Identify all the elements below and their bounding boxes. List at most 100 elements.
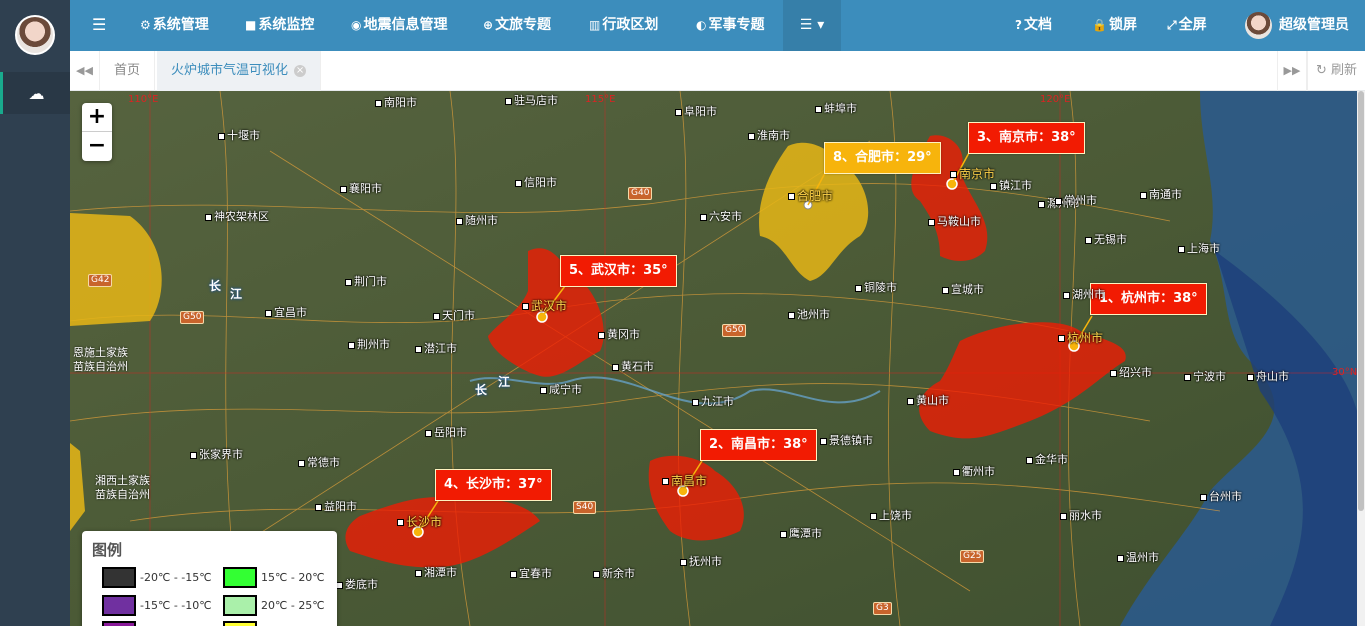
map-city-label: 抚州市 [680,553,722,569]
shield-icon: ◐ [696,18,707,32]
zoom-in-button[interactable]: + [82,103,112,132]
map-city-label: 黄冈市 [598,326,640,342]
map-city-label: 宣城市 [942,281,984,297]
video-icon: ■ [245,18,257,32]
zoom-out-button[interactable]: − [82,132,112,161]
map-city-label: 金华市 [1026,451,1068,467]
map-city-label: 南京市 [950,165,995,182]
city-label-hefei[interactable]: 8、合肥市：29° [824,142,941,174]
river-label: 长 [475,383,488,397]
river-label: 江 [498,375,511,389]
map-city-label: 潜江市 [415,340,457,356]
scrollbar-thumb[interactable] [1358,91,1364,511]
nav-culture-tourism[interactable]: ⊕ 文旅专题 [483,0,551,51]
map-view[interactable]: 5、武汉市：35° 2、南昌市：38° 3、南京市：38° 1、杭州市：38° … [70,91,1357,626]
map-city-label: 武汉市 [522,297,567,314]
city-name: 南昌市 [731,437,771,452]
map-city-label: 阜阳市 [675,103,717,119]
menu-toggle-icon[interactable]: ☰ [92,16,106,34]
map-city-label: 池州市 [788,306,830,322]
legend-item [223,621,261,626]
close-icon[interactable]: × [294,64,307,77]
legend-item: 15℃ - 20℃ [223,567,325,588]
region-label: 苗族自治州 [73,360,128,373]
avatar[interactable] [15,15,55,55]
map-city-label: 襄阳市 [340,180,382,196]
temperature: 35 [643,263,662,278]
user-name[interactable]: 超级管理员 [1279,0,1349,51]
map-city-label: 咸宁市 [540,381,582,397]
more-menu-button[interactable]: ☰ ▾ [783,0,841,51]
nav-system-management[interactable]: ⚙ 系统管理 [140,0,209,51]
nav-label: 锁屏 [1108,17,1137,33]
nav-military[interactable]: ◐ 军事专题 [696,0,764,51]
legend-item: -20℃ - -15℃ [102,567,212,588]
city-label-nanchang[interactable]: 2、南昌市：38° [700,429,817,461]
map-city-label: 铜陵市 [855,279,897,295]
map-city-label: 湘潭市 [415,564,457,580]
map-city-label: 荆州市 [348,336,390,352]
highway-badge: G25 [960,550,985,563]
legend-swatch [102,567,136,588]
highway-badge: G50 [722,324,747,337]
nav-label: 系统监控 [258,17,315,33]
map-city-label: 长沙市 [397,513,442,530]
tab-prev-icon[interactable]: ◀◀ [70,51,100,91]
nav-fullscreen[interactable]: ⤢ 全屏 [1167,0,1207,51]
life-ring-icon: ⊕ [483,18,494,32]
tab-next-icon[interactable]: ▶▶ [1277,51,1307,91]
legend-item [102,621,140,626]
city-label-nanjing[interactable]: 3、南京市：38° [968,122,1085,154]
tab-home[interactable]: 首页 [100,51,156,91]
longitude-label: 120°E [1040,94,1071,105]
city-label-wuhan[interactable]: 5、武汉市：35° [560,255,677,287]
temperature: 38 [783,437,802,452]
expand-icon: ⤢ [1167,18,1177,32]
legend-swatch [223,567,257,588]
region-label: 苗族自治州 [95,488,150,501]
nav-earthquake-info[interactable]: ◉ 地震信息管理 [351,0,447,51]
refresh-label: 刷新 [1331,63,1358,78]
map-city-label: 宜昌市 [265,304,307,320]
map-city-label: 十堰市 [218,127,260,143]
map-city-label: 驻马店市 [505,92,558,108]
nav-lock-screen[interactable]: 🔒 锁屏 [1092,0,1137,51]
gear-icon: ⚙ [140,18,151,32]
lock-icon: 🔒 [1092,18,1107,32]
refresh-button[interactable]: ↻ 刷新 [1307,51,1365,91]
highway-badge: G42 [88,274,113,287]
legend: 图例 -20℃ - -15℃ 15℃ - 20℃ -15℃ - -10℃ 20℃… [82,531,337,626]
user-avatar[interactable] [1245,12,1272,39]
map-city-label: 荆门市 [345,273,387,289]
zoom-control: + − [82,103,112,161]
map-city-label: 黄山市 [907,392,949,408]
map-city-label: 淮南市 [748,127,790,143]
sidebar-item-map[interactable]: ☁ [0,72,70,114]
map-city-label: 常州市 [1055,192,1097,208]
map-city-label: 南昌市 [662,472,707,489]
city-label-changsha[interactable]: 4、长沙市：37° [435,469,552,501]
city-name: 合肥市 [855,150,895,165]
nav-label: 行政区划 [602,17,659,33]
map-city-label: 岳阳市 [425,424,467,440]
nav-admin-division[interactable]: ▥ 行政区划 [589,0,658,51]
page-scrollbar[interactable] [1357,91,1365,626]
map-city-label: 南通市 [1140,186,1182,202]
map-city-label: 舟山市 [1247,368,1289,384]
top-navbar: ☰ ⚙ 系统管理 ■ 系统监控 ◉ 地震信息管理 ⊕ 文旅专题 ▥ 行政区划 ◐ 军事专题 … [70,0,1365,51]
city-label-hangzhou[interactable]: 1、杭州市：38° [1090,283,1207,315]
tab-label: 火炉城市气温可视化 [171,63,289,78]
tab-heat-city[interactable]: 火炉城市气温可视化 × [157,51,322,91]
temperature: 29 [907,150,926,165]
highway-badge: G3 [873,602,892,615]
nav-label: 全屏 [1178,17,1207,33]
unit: ° [1069,130,1076,145]
map-city-label: 温州市 [1117,549,1159,565]
rank: 3、 [977,130,1000,145]
nav-label: 文旅专题 [495,17,552,33]
nav-system-monitor[interactable]: ■ 系统监控 [245,0,314,51]
nav-docs[interactable]: ? 文档 [1015,0,1052,51]
map-city-label: 天门市 [433,307,475,323]
map-city-label: 无锡市 [1085,231,1127,247]
rank: 5、 [569,263,592,278]
